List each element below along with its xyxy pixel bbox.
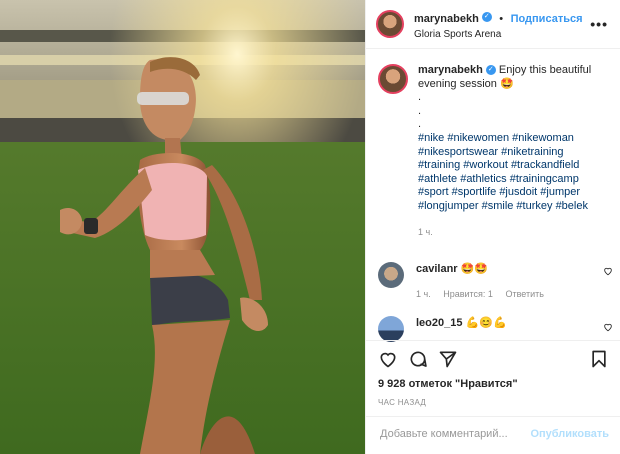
comment-meta: 1 ч. Нравится: 1 Ответить xyxy=(416,289,554,299)
comment-item: leo20_15 💪😊💪 xyxy=(378,316,613,342)
header-username[interactable]: marynabekh xyxy=(414,13,479,25)
comment-avatar[interactable] xyxy=(378,262,404,288)
location-link[interactable]: Gloria Sports Arena xyxy=(414,29,583,40)
verified-icon: ✓ xyxy=(485,65,496,76)
likes-count[interactable]: 9 928 отметок "Нравится" xyxy=(378,378,518,390)
reply-button[interactable]: Ответить xyxy=(505,289,543,299)
comment-text: 💪😊💪 xyxy=(465,317,507,329)
caption-text: marynabekh ✓ Enjoy this beautiful evening… xyxy=(418,64,613,239)
header-info: marynabekh ✓ • Подписаться Gloria Sports … xyxy=(414,9,583,40)
comment-avatar[interactable] xyxy=(378,316,404,342)
publish-button[interactable]: Опубликовать xyxy=(530,428,609,440)
posted-time[interactable]: ЧАС НАЗАД xyxy=(378,398,426,407)
caption-dots: . . . xyxy=(418,91,422,131)
post-side-panel: marynabekh ✓ • Подписаться Gloria Sports … xyxy=(365,0,620,454)
avatar[interactable] xyxy=(376,10,404,38)
caption-time[interactable]: 1 ч. xyxy=(418,226,613,240)
hashtags[interactable]: #nike #nikewomen #nikewoman #nikesportsw… xyxy=(418,132,613,214)
comment-icon[interactable] xyxy=(408,349,428,369)
caption-avatar[interactable] xyxy=(378,64,408,94)
comment-input[interactable] xyxy=(378,427,532,441)
comment-likes[interactable]: Нравится: 1 xyxy=(443,289,493,299)
comment-body: cavilanr 🤩🤩 1 ч. Нравится: 1 Ответить xyxy=(416,262,554,299)
comment-username[interactable]: cavilanr xyxy=(416,263,458,275)
heart-icon[interactable] xyxy=(378,349,398,369)
share-icon[interactable] xyxy=(438,349,458,369)
verified-icon: ✓ xyxy=(481,12,492,23)
comment-time[interactable]: 1 ч. xyxy=(416,289,431,299)
post-photo[interactable] xyxy=(0,0,365,454)
post-caption: marynabekh ✓ Enjoy this beautiful evening… xyxy=(378,64,613,239)
instagram-post: marynabekh ✓ • Подписаться Gloria Sports … xyxy=(0,0,620,454)
header-separator: • xyxy=(499,12,504,25)
comment-text: 🤩🤩 xyxy=(460,263,489,275)
comment-heart-icon[interactable] xyxy=(603,266,613,276)
caption-emoji: 🤩 xyxy=(499,77,514,90)
bookmark-icon[interactable] xyxy=(589,349,609,369)
caption-username[interactable]: marynabekh xyxy=(418,64,483,76)
comment-heart-icon[interactable] xyxy=(603,322,613,332)
follow-button[interactable]: Подписаться xyxy=(511,13,583,25)
add-comment-bar: Опубликовать xyxy=(366,416,620,451)
action-icons xyxy=(378,349,609,373)
comment-body: leo20_15 💪😊💪 xyxy=(416,316,507,342)
post-header: marynabekh ✓ • Подписаться Gloria Sports … xyxy=(366,0,620,49)
comment-item: cavilanr 🤩🤩 1 ч. Нравится: 1 Ответить xyxy=(378,262,613,299)
athlete-photo xyxy=(0,0,365,454)
comment-username[interactable]: leo20_15 xyxy=(416,317,462,329)
more-icon[interactable]: ••• xyxy=(590,16,608,32)
post-actions: 9 928 отметок "Нравится" ЧАС НАЗАД Опубл… xyxy=(366,340,620,450)
